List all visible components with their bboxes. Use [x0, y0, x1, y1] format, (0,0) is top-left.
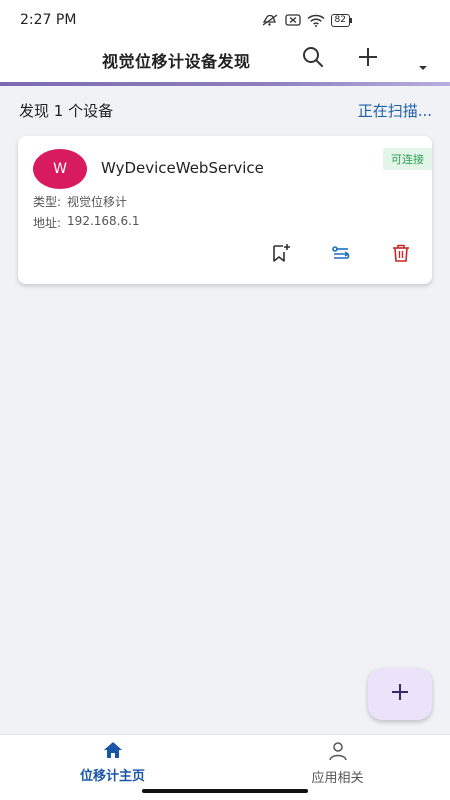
search-button[interactable] [298, 44, 328, 74]
device-count-text: 发现 1 个设备 [19, 101, 114, 120]
status-time: 2:27 PM [20, 12, 77, 28]
status-badge: 可连接 [383, 148, 432, 170]
device-type-row: 类型: 视觉位移计 [33, 193, 127, 210]
add-device-button[interactable] [353, 44, 383, 74]
status-icons: 82 [261, 13, 353, 27]
device-card[interactable]: W WyDeviceWebService 可连接 类型: 视觉位移计 地址: 1… [18, 136, 432, 284]
app-bar: 视觉位移计设备发现 [0, 40, 450, 84]
delete-icon [391, 243, 411, 267]
dropdown-icon [418, 56, 428, 75]
app-bar-divider [0, 82, 450, 86]
person-icon [328, 741, 348, 765]
more-dropdown-button[interactable] [408, 50, 438, 80]
battery-icon: 82 [330, 13, 353, 27]
device-address-value: 192.168.6.1 [67, 214, 140, 228]
avatar: W [33, 149, 87, 189]
device-type-value: 视觉位移计 [67, 195, 128, 209]
connect-icon [331, 243, 351, 267]
nav-item-about[interactable]: 应用相关 [225, 735, 450, 786]
page-title: 视觉位移计设备发现 [102, 52, 251, 71]
home-indicator[interactable] [142, 789, 308, 793]
scan-summary: 发现 1 个设备 正在扫描... [0, 96, 450, 124]
mute-icon [261, 13, 279, 27]
card-actions [270, 244, 412, 266]
home-icon [103, 741, 123, 763]
search-icon [301, 45, 325, 73]
status-bar: 2:27 PM 82 [0, 0, 450, 40]
nav-label-about: 应用相关 [311, 771, 364, 786]
connect-button[interactable] [330, 244, 352, 266]
device-name: WyDeviceWebService [101, 159, 264, 177]
wifi-icon [307, 14, 325, 27]
delete-button[interactable] [390, 244, 412, 266]
bookmark-add-icon [271, 243, 291, 267]
device-type-label: 类型: [33, 195, 62, 209]
nav-item-home[interactable]: 位移计主页 [0, 735, 225, 785]
scanning-status[interactable]: 正在扫描... [358, 100, 432, 121]
sim-off-icon [284, 14, 301, 26]
bookmark-button[interactable] [270, 244, 292, 266]
add-fab-button[interactable] [368, 668, 432, 720]
nav-label-home: 位移计主页 [79, 769, 145, 784]
device-address-label: 地址: [33, 216, 62, 230]
add-icon [390, 682, 410, 706]
add-icon [357, 46, 379, 72]
device-address-row: 地址: 192.168.6.1 [33, 214, 140, 231]
